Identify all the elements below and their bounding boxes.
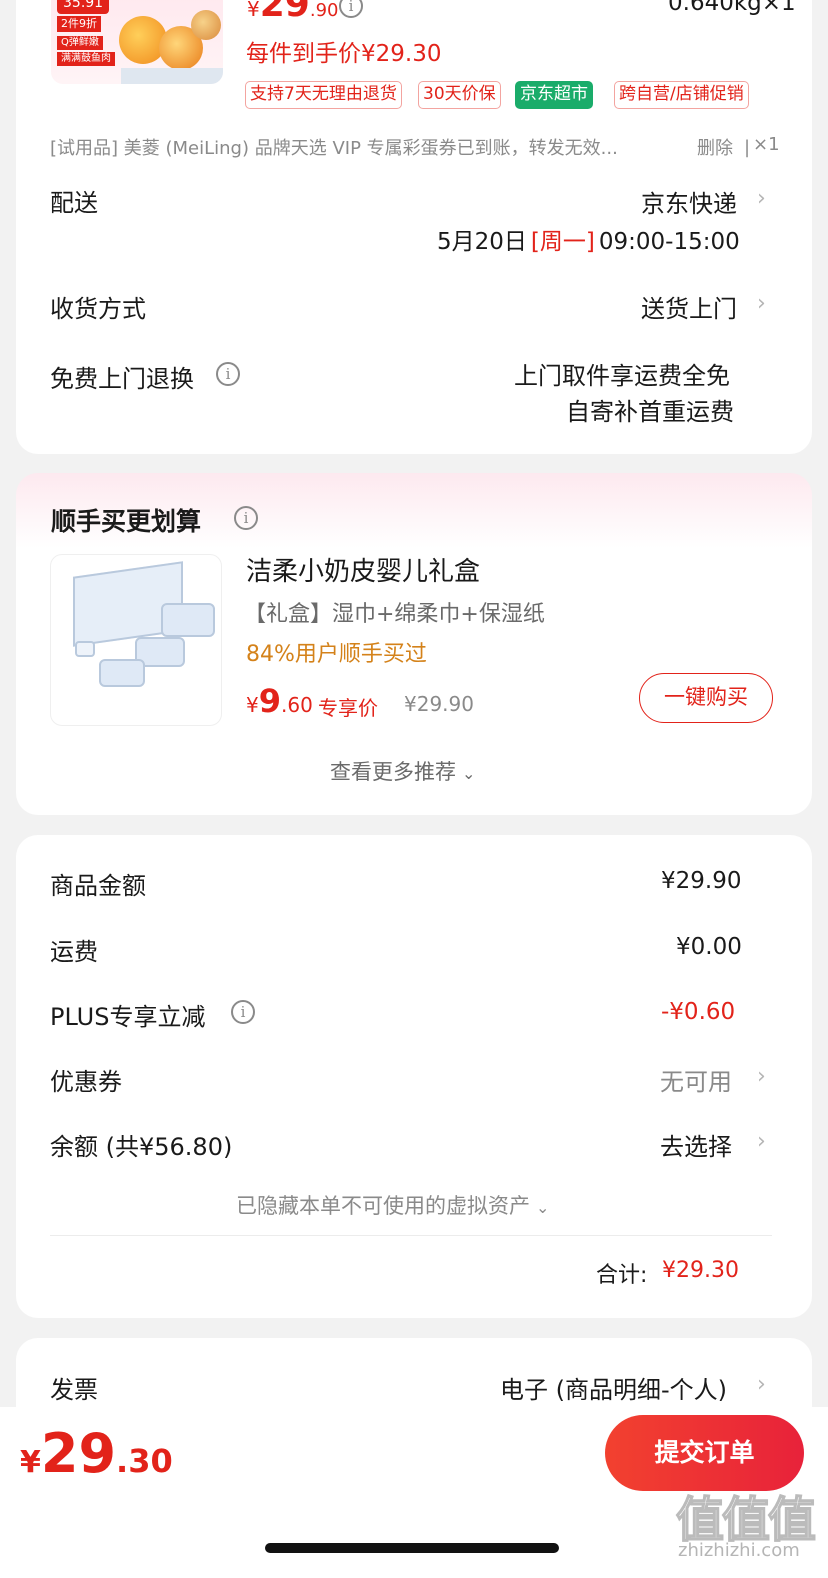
price-integer: 29 (40, 1422, 117, 1485)
freight-label: 运费 (50, 938, 98, 966)
price-decimal: .60 (281, 693, 313, 717)
receive-method-label: 收货方式 (50, 295, 146, 323)
total-label: 合计: (596, 1263, 648, 1288)
arrival-price: 每件到手价¥29.30 (246, 41, 442, 67)
gift-pack-image (99, 659, 145, 687)
delivery-chevron-icon[interactable]: › (757, 186, 766, 211)
watermark-url: zhizhizhi.com (678, 1540, 800, 1561)
free-return-info-icon[interactable]: i (216, 362, 240, 386)
coupon-value[interactable]: 无可用 (660, 1062, 732, 1097)
hidden-assets-label: 已隐藏本单不可使用的虚拟资产 (236, 1194, 530, 1218)
tag-jd-supermarket: 京东超市 (515, 81, 593, 109)
hidden-assets-toggle[interactable]: 已隐藏本单不可使用的虚拟资产 ⌄ (236, 1190, 549, 1220)
gift-pack-image (75, 641, 95, 657)
recommend-stat: 84%用户顺手买过 (246, 642, 427, 667)
home-indicator (265, 1543, 559, 1553)
original-price: ¥29.90 (404, 692, 474, 716)
exclusive-price-label: 专享价 (318, 696, 378, 720)
product-price: ¥29.90 (247, 0, 338, 25)
free-return-label: 免费上门退换 (50, 365, 194, 393)
freight-value: ¥0.00 (676, 934, 742, 960)
tag-7day-return: 支持7天无理由退货 (245, 81, 402, 109)
goods-amount-value: ¥29.90 (661, 868, 742, 894)
invoice-label: 发票 (50, 1376, 98, 1404)
plus-discount-value: -¥0.60 (661, 999, 736, 1025)
delivery-carrier[interactable]: 京东快递 (641, 184, 737, 219)
delivery-label: 配送 (50, 189, 98, 217)
thumb-price-badge: 35.91 (57, 0, 110, 14)
chevron-down-icon: ⌄ (536, 1198, 550, 1217)
summary-divider (50, 1235, 772, 1236)
delivery-time[interactable]: 5月20日 [周一] 09:00-15:00 (437, 222, 740, 256)
delivery-weekday: [周一] (530, 229, 595, 255)
delivery-timeslot: 09:00-15:00 (598, 229, 740, 255)
chevron-down-icon: ⌄ (462, 764, 476, 783)
price-decimal: .30 (116, 1442, 173, 1480)
thumb-promo-line2: Q弹鲜嫩 (57, 36, 103, 50)
tag-cross-promo: 跨自营/店铺促销 (614, 81, 749, 109)
receive-method-value[interactable]: 送货上门 (641, 289, 737, 324)
product-thumbnail[interactable]: 35.91 2件9折 Q弹鲜嫩 满满鼓鱼肉 (51, 0, 223, 84)
recommend-product-name[interactable]: 洁柔小奶皮婴儿礼盒 (246, 551, 480, 588)
one-click-buy-button[interactable]: 一键购买 (639, 673, 773, 723)
trial-quantity: ×1 (753, 134, 780, 155)
thumb-promo-line1: 2件9折 (57, 16, 101, 32)
bottom-total-price: ¥29.30 (20, 1422, 173, 1485)
recommend-title: 顺手买更划算 (51, 507, 202, 536)
balance-chevron-icon[interactable]: › (757, 1129, 766, 1154)
coupon-label: 优惠券 (50, 1068, 122, 1096)
see-more-recommend[interactable]: 查看更多推荐 ⌄ (330, 756, 475, 786)
invoice-value[interactable]: 电子 (商品明细-个人) (500, 1370, 727, 1405)
plus-info-icon[interactable]: i (231, 1000, 255, 1024)
weight-quantity: 0.640kg×1 (668, 0, 796, 16)
trial-delete-link[interactable]: 删除 (697, 134, 733, 160)
thumb-box (121, 68, 223, 84)
recommend-info-icon[interactable]: i (234, 506, 258, 530)
thumb-promo-line3: 满满鼓鱼肉 (57, 52, 115, 66)
trial-item-text: [试用品] 美菱 (MeiLing) 品牌天选 VIP 专属彩蛋券已到账，转发无… (50, 138, 618, 159)
recommend-price: ¥9.60 (246, 682, 313, 720)
goods-amount-label: 商品金额 (50, 872, 146, 900)
receive-chevron-icon[interactable]: › (757, 291, 766, 316)
free-return-line1: 上门取件享运费全免 (514, 362, 730, 390)
product-image-egg (191, 10, 221, 40)
price-symbol: ¥ (246, 693, 259, 717)
price-decimal: .90 (309, 0, 339, 21)
recommend-thumbnail[interactable] (50, 554, 222, 726)
delivery-date: 5月20日 (437, 229, 527, 255)
price-integer: 29 (259, 0, 310, 25)
trial-divider: | (744, 137, 751, 158)
recommend-product-desc: 【礼盒】湿巾+绵柔巾+保湿纸 (244, 602, 545, 627)
gift-pack-image (161, 603, 215, 637)
balance-select[interactable]: 去选择 (660, 1127, 732, 1162)
coupon-chevron-icon[interactable]: › (757, 1064, 766, 1089)
price-integer: 9 (258, 682, 281, 720)
price-symbol: ¥ (20, 1445, 41, 1480)
invoice-chevron-icon[interactable]: › (757, 1372, 766, 1397)
total-value: ¥29.30 (662, 1258, 739, 1283)
price-symbol: ¥ (247, 0, 260, 21)
tag-price-protect: 30天价保 (418, 81, 501, 109)
balance-label: 余额 (共¥56.80) (50, 1133, 233, 1161)
free-return-line2: 自寄补首重运费 (566, 398, 734, 426)
plus-discount-label: PLUS专享立减 (50, 1003, 206, 1031)
see-more-label: 查看更多推荐 (330, 760, 456, 784)
